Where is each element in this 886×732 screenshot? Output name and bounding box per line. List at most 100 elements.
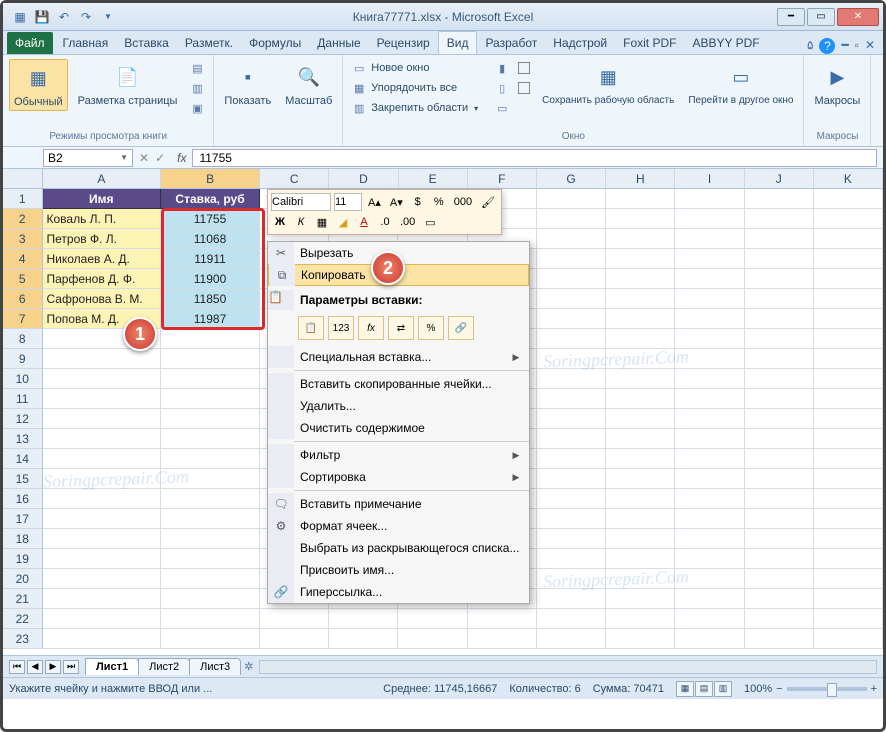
cell-J5[interactable] xyxy=(745,269,814,289)
cell-B19[interactable] xyxy=(161,549,260,569)
cell-B15[interactable] xyxy=(161,469,260,489)
cell-F23[interactable] xyxy=(468,629,537,649)
last-sheet-icon[interactable]: ⏭ xyxy=(63,660,79,674)
row-header-18[interactable]: 18 xyxy=(3,529,43,549)
tab-foxit[interactable]: Foxit PDF xyxy=(615,32,684,54)
grow-font-icon[interactable]: A▴ xyxy=(365,193,384,211)
cell-H8[interactable] xyxy=(606,329,675,349)
cell-I11[interactable] xyxy=(675,389,744,409)
cell-K14[interactable] xyxy=(814,449,883,469)
cell-I23[interactable] xyxy=(675,629,744,649)
horizontal-scrollbar[interactable] xyxy=(259,660,877,674)
cell-K22[interactable] xyxy=(814,609,883,629)
cell-J19[interactable] xyxy=(745,549,814,569)
select-all-corner[interactable] xyxy=(3,169,43,188)
cell-K2[interactable] xyxy=(814,209,883,229)
cell-H22[interactable] xyxy=(606,609,675,629)
cell-B12[interactable] xyxy=(161,409,260,429)
cell-G12[interactable] xyxy=(537,409,606,429)
cell-H20[interactable] xyxy=(606,569,675,589)
tab-review[interactable]: Рецензир xyxy=(369,32,438,54)
column-header-J[interactable]: J xyxy=(745,169,814,188)
tab-addins[interactable]: Надстрой xyxy=(545,32,615,54)
tab-file[interactable]: Файл xyxy=(7,32,53,54)
cell-G22[interactable] xyxy=(537,609,606,629)
cell-A10[interactable] xyxy=(43,369,162,389)
row-header-4[interactable]: 4 xyxy=(3,249,43,269)
row-header-9[interactable]: 9 xyxy=(3,349,43,369)
menu-sort[interactable]: Сортировка▶ xyxy=(268,466,529,488)
cell-H18[interactable] xyxy=(606,529,675,549)
save-workspace-button[interactable]: ▦Сохранить рабочую область xyxy=(538,59,678,108)
cell-H21[interactable] xyxy=(606,589,675,609)
cell-G11[interactable] xyxy=(537,389,606,409)
cell-B18[interactable] xyxy=(161,529,260,549)
enter-icon[interactable]: ✓ xyxy=(155,151,165,165)
row-header-13[interactable]: 13 xyxy=(3,429,43,449)
cell-G23[interactable] xyxy=(537,629,606,649)
tab-layout[interactable]: Разметк. xyxy=(177,32,241,54)
cell-B7[interactable]: 11987 xyxy=(161,309,260,329)
cell-A20[interactable] xyxy=(43,569,162,589)
cell-B20[interactable] xyxy=(161,569,260,589)
menu-insert-comment[interactable]: 🗨Вставить примечание xyxy=(268,493,529,515)
save-icon[interactable]: 💾 xyxy=(33,8,51,26)
cell-K1[interactable] xyxy=(814,189,883,209)
cell-C22[interactable] xyxy=(260,609,329,629)
cell-G8[interactable] xyxy=(537,329,606,349)
cell-D22[interactable] xyxy=(329,609,398,629)
cell-G1[interactable] xyxy=(537,189,606,209)
shrink-font-icon[interactable]: A▾ xyxy=(387,193,406,211)
cell-I8[interactable] xyxy=(675,329,744,349)
cell-A2[interactable]: Коваль Л. П. xyxy=(43,209,162,229)
italic-icon[interactable]: К xyxy=(292,213,310,231)
cell-I7[interactable] xyxy=(675,309,744,329)
cell-A12[interactable] xyxy=(43,409,162,429)
macros-button[interactable]: ▶Макросы xyxy=(810,59,864,109)
sheet-tab-1[interactable]: Лист1 xyxy=(85,658,139,675)
cell-E22[interactable] xyxy=(398,609,467,629)
cell-I18[interactable] xyxy=(675,529,744,549)
cell-J18[interactable] xyxy=(745,529,814,549)
cell-J13[interactable] xyxy=(745,429,814,449)
cell-A14[interactable] xyxy=(43,449,162,469)
cell-I19[interactable] xyxy=(675,549,744,569)
cell-G18[interactable] xyxy=(537,529,606,549)
font-color-icon[interactable]: A xyxy=(355,213,373,231)
page-break-view-icon[interactable]: ▥ xyxy=(714,681,732,697)
cell-A21[interactable] xyxy=(43,589,162,609)
cell-K9[interactable] xyxy=(814,349,883,369)
menu-pick-list[interactable]: Выбрать из раскрывающегося списка... xyxy=(268,537,529,559)
row-header-8[interactable]: 8 xyxy=(3,329,43,349)
cell-H12[interactable] xyxy=(606,409,675,429)
minimize-button[interactable]: ━ xyxy=(777,8,805,26)
cell-H4[interactable] xyxy=(606,249,675,269)
row-header-12[interactable]: 12 xyxy=(3,409,43,429)
cell-F22[interactable] xyxy=(468,609,537,629)
cell-J9[interactable] xyxy=(745,349,814,369)
column-header-F[interactable]: F xyxy=(468,169,537,188)
row-header-7[interactable]: 7 xyxy=(3,309,43,329)
cell-I22[interactable] xyxy=(675,609,744,629)
column-header-A[interactable]: A xyxy=(43,169,162,188)
menu-delete[interactable]: Удалить... xyxy=(268,395,529,417)
merge-icon[interactable]: ▭ xyxy=(421,213,439,231)
cell-G2[interactable] xyxy=(537,209,606,229)
row-header-3[interactable]: 3 xyxy=(3,229,43,249)
cell-B22[interactable] xyxy=(161,609,260,629)
cell-I10[interactable] xyxy=(675,369,744,389)
cell-I21[interactable] xyxy=(675,589,744,609)
page-break-button[interactable]: ▤ xyxy=(187,59,207,77)
cell-G7[interactable] xyxy=(537,309,606,329)
cell-K20[interactable] xyxy=(814,569,883,589)
cell-J7[interactable] xyxy=(745,309,814,329)
formula-bar[interactable]: 11755 xyxy=(192,149,877,167)
cell-G13[interactable] xyxy=(537,429,606,449)
next-sheet-icon[interactable]: ▶ xyxy=(45,660,61,674)
name-box[interactable]: B2▼ xyxy=(43,149,133,167)
row-header-19[interactable]: 19 xyxy=(3,549,43,569)
maximize-button[interactable]: ▭ xyxy=(807,8,835,26)
cell-K7[interactable] xyxy=(814,309,883,329)
hide-button[interactable]: ▯ xyxy=(492,79,532,97)
cell-K15[interactable] xyxy=(814,469,883,489)
